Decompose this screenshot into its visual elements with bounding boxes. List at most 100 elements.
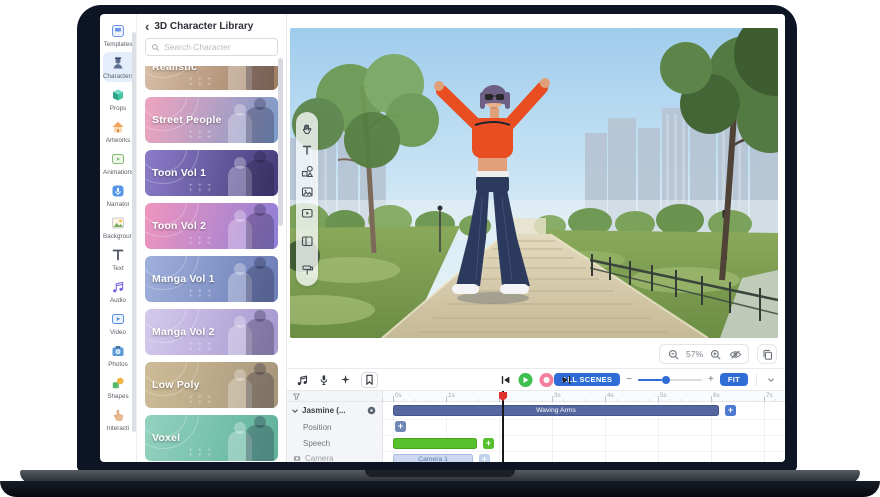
search-box[interactable] [145,38,278,56]
text-tool[interactable] [299,142,315,158]
track-header-position[interactable]: Position [287,419,382,435]
timeline-filter[interactable] [287,391,382,402]
timeline-ruler[interactable]: 0s1s2s3s4s5s6s7s [383,391,785,402]
artworks-icon [110,119,126,135]
effects-sparkle-icon[interactable] [339,373,352,386]
hide-ui-eye-icon[interactable] [728,348,741,361]
music-track-icon[interactable] [295,373,308,386]
microphone-icon[interactable] [317,373,330,386]
decor-plus-dots [189,237,213,247]
record-button[interactable] [540,373,554,387]
playhead[interactable] [502,391,504,462]
track-focus-icon[interactable] [367,406,376,415]
decor-plus-dots [189,343,213,353]
sidebar-item-background[interactable]: Background [103,212,134,242]
sidebar-item-label: Interacti [107,425,129,432]
slider-knob[interactable] [662,376,670,384]
paint-roller-tool[interactable] [299,262,315,278]
clip-speech[interactable] [393,438,477,449]
sidebar-item-shapes[interactable]: Shapes [103,372,134,402]
character-category-card[interactable]: Manga Vol 2 [145,309,278,355]
sidebar-item-templates[interactable]: Templates [103,20,134,50]
category-name: Realistic [152,66,197,73]
sidebar-item-label: Background [103,233,133,240]
clip-label: Waving Arms [536,407,576,414]
decor-plus-dots [189,290,213,300]
zoom-timeline-in[interactable]: + [708,375,714,385]
layout-tool[interactable] [299,233,315,249]
video-tool[interactable] [299,205,315,221]
panel-scrollbar[interactable] [278,58,283,226]
background-icon [110,215,126,231]
zoom-in-icon[interactable] [709,348,722,361]
duplicate-view-button[interactable] [757,344,777,364]
category-name: Voxel [152,432,180,444]
sidebar-item-props[interactable]: Props [103,84,134,114]
add-position-keyframe-button[interactable]: + [395,421,406,432]
bookmark-button[interactable] [361,372,378,388]
character-library-panel: ‹ 3D Character Library Realistic Street … [137,14,287,462]
search-input[interactable] [164,42,272,52]
collapse-timeline-icon[interactable] [765,374,777,386]
add-camera-button[interactable]: + [479,454,490,462]
character-category-card[interactable]: Low Poly [145,362,278,408]
sidebar-item-label: Animations [103,169,133,176]
add-animation-button[interactable]: + [725,405,736,416]
sidebar-item-video[interactable]: Video [103,308,134,338]
viewport-scene[interactable] [290,28,778,338]
character-category-card[interactable]: Manga Vol 1 [145,256,278,302]
sidebar-item-photos[interactable]: Photos [103,340,134,370]
sidebar-item-interacti[interactable]: Interacti [103,404,134,434]
clip-camera[interactable]: Camera 1 [393,454,473,462]
fit-button[interactable]: FIT [720,373,748,387]
category-name: Manga Vol 1 [152,273,215,285]
track-header-character[interactable]: Jasmine (... [287,402,382,419]
video-icon [110,311,126,327]
clip-waving-arms[interactable]: Waving Arms [393,405,719,416]
skip-start-icon[interactable] [500,374,512,386]
props-icon [110,87,126,103]
character-category-card[interactable]: Realistic [145,66,278,90]
transport-controls [500,373,573,387]
sidebar-item-artworks[interactable]: Artworks [103,116,134,146]
decor-plus-dots [189,396,213,406]
ruler-tick-label: 3s [554,392,561,399]
back-chevron-icon[interactable]: ‹ [145,22,149,32]
sidebar-item-label: Artworks [106,137,131,144]
scene-3d-render [290,28,778,338]
character-category-card[interactable]: Street People [145,97,278,143]
pan-tool[interactable] [299,121,315,137]
sidebar-item-characters[interactable]: Characters [103,52,134,82]
sidebar-item-animations[interactable]: Animations [103,148,134,178]
sidebar-item-label: Shapes [107,393,128,400]
timeline-zoom-slider[interactable] [638,379,702,381]
zoom-out-icon[interactable] [667,348,680,361]
image-tool[interactable] [299,184,315,200]
ruler-tick-label: 7s [766,392,773,399]
sidebar-item-narrator[interactable]: Narrator [103,180,134,210]
ruler-tick-label: 6s [713,392,720,399]
ruler-tick-label: 5s [660,392,667,399]
track-header-camera[interactable]: Camera [287,451,382,462]
character-category-card[interactable]: Voxel [145,415,278,461]
timeline-tracks-area[interactable]: 0s1s2s3s4s5s6s7s Waving Arms + + + Camer… [383,391,785,462]
category-name: Toon Vol 2 [152,220,206,232]
sidebar-scrollbar[interactable] [132,32,136,432]
decor-plus-dots [189,131,213,141]
play-button[interactable] [519,373,533,387]
category-figure [246,160,274,196]
timeline-track-headers: Jasmine (... Position Speech Camera [287,391,383,462]
category-name: Toon Vol 1 [152,167,206,179]
skip-end-icon[interactable] [561,374,573,386]
sidebar-item-text[interactable]: Text [103,244,134,274]
character-category-card[interactable]: Toon Vol 1 [145,150,278,196]
nav-sidebar: Templates Characters Props Artworks Anim… [100,14,137,462]
add-speech-button[interactable]: + [483,438,494,449]
zoom-timeline-out[interactable]: − [626,375,632,385]
decor-plus-dots [189,449,213,459]
character-category-card[interactable]: Toon Vol 2 [145,203,278,249]
sidebar-item-audio[interactable]: Audio [103,276,134,306]
track-label: Position [303,423,331,432]
shapes-tool[interactable] [299,163,315,179]
track-header-speech[interactable]: Speech [287,435,382,451]
